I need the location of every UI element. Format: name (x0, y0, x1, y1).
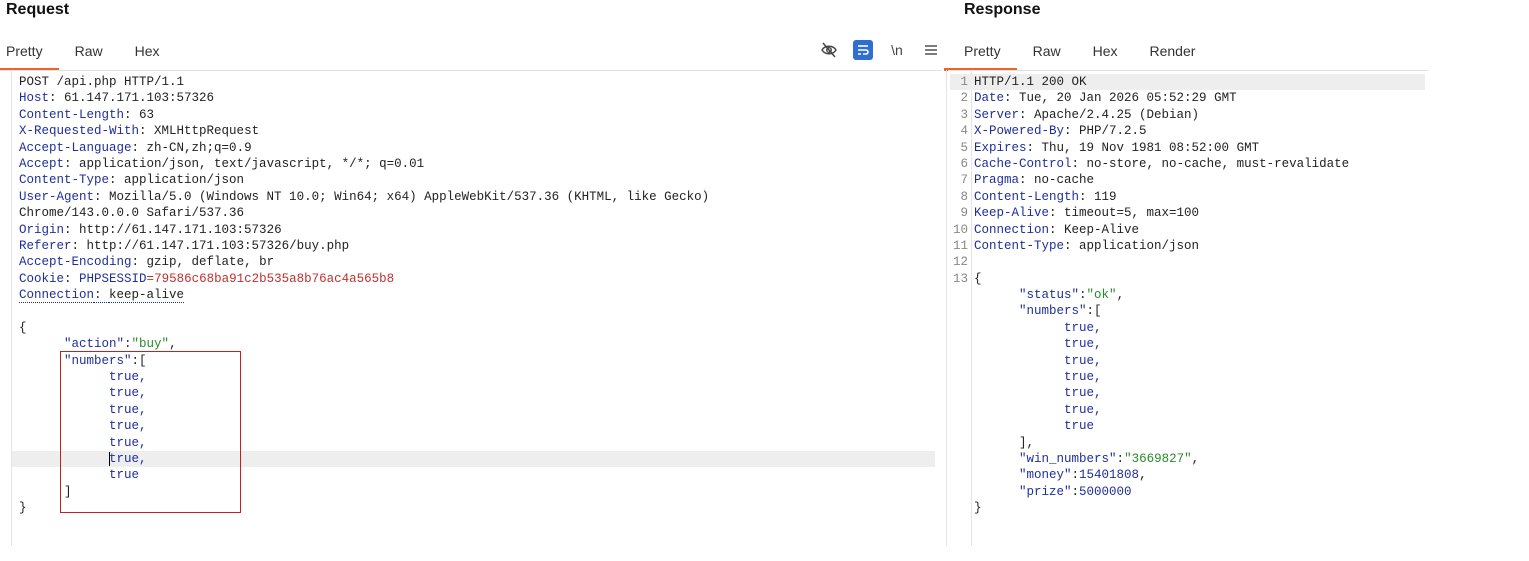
tab-pretty[interactable]: Pretty (944, 41, 1017, 71)
json-status-line: "status":"ok", (1019, 288, 1125, 303)
body-open: { (19, 320, 27, 335)
response-line: 4 X-Powered-By: PHP/7.2.5 (960, 124, 1147, 139)
tab-raw[interactable]: Raw (59, 41, 119, 65)
json-number-item: true, (1064, 370, 1102, 385)
menu-icon[interactable] (921, 40, 941, 60)
response-line: 12 (952, 255, 968, 270)
connection-line: Connection: keep-alive (19, 288, 185, 304)
response-body-open: 13{ (952, 271, 982, 286)
header-line: Content-Type: application/json (19, 173, 245, 188)
response-body-close: } (974, 501, 982, 516)
response-line: 11 Content-Type: application/json (952, 238, 1200, 253)
json-number-item: true, (1064, 386, 1102, 401)
json-money-line: "money":15401808, (1019, 468, 1147, 483)
json-prize-line: "prize":5000000 (1019, 484, 1132, 499)
response-line: 10 Connection: Keep-Alive (952, 222, 1140, 237)
request-toolbar: \n (819, 40, 941, 60)
header-line: X-Requested-With: XMLHttpRequest (19, 124, 260, 139)
json-numbers-line: "numbers":[ (1019, 304, 1102, 319)
response-divider (948, 70, 1428, 71)
request-title: Request (6, 1, 70, 18)
request-left-border (11, 70, 12, 546)
json-number-item: true (1064, 419, 1095, 434)
response-editor[interactable]: 1 HTTP/1.1 200 OK 2 Date: Tue, 20 Jan 2026… (950, 74, 1425, 517)
request-tabs: Pretty Raw Hex (0, 41, 176, 71)
tab-hex[interactable]: Hex (1077, 41, 1134, 65)
header-line: Accept-Encoding: gzip, deflate, br (19, 255, 275, 270)
response-tabs: Pretty Raw Hex Render (944, 41, 1212, 71)
request-divider (0, 70, 942, 71)
response-line: 5 Expires: Thu, 19 Nov 1981 08:52:00 GMT (960, 140, 1260, 155)
eye-off-icon[interactable] (819, 40, 839, 60)
response-line: 9 Keep-Alive: timeout=5, max=100 (960, 206, 1200, 221)
json-number-item: true, (1064, 320, 1102, 335)
header-line: Referer: http://61.147.171.103:57326/buy… (19, 238, 350, 253)
tab-render[interactable]: Render (1134, 41, 1212, 65)
response-title: Response (964, 1, 1041, 18)
json-win-numbers-line: "win_numbers":"3669827", (1019, 451, 1200, 466)
response-line: 8 Content-Length: 119 (960, 189, 1117, 204)
header-line: Origin: http://61.147.171.103:57326 (19, 222, 282, 237)
newline-icon[interactable]: \n (887, 40, 907, 60)
json-numbers-close: ], (1019, 435, 1035, 450)
header-continuation: Chrome/143.0.0.0 Safari/537.36 (19, 206, 245, 221)
header-line: Accept-Language: zh-CN,zh;q=0.9 (19, 140, 252, 155)
json-number-item: true, (1064, 353, 1102, 368)
json-number-item: true, (1064, 402, 1102, 417)
response-line: 1 HTTP/1.1 200 OK (950, 74, 1425, 91)
tab-pretty[interactable]: Pretty (0, 41, 59, 71)
panel-separator (946, 70, 947, 546)
json-number-item: true, (1064, 337, 1102, 352)
tab-hex[interactable]: Hex (119, 41, 176, 65)
wrap-icon[interactable] (853, 40, 873, 60)
tab-raw[interactable]: Raw (1017, 41, 1077, 65)
header-line: Content-Length: 63 (19, 107, 155, 122)
numbers-highlight-box (60, 351, 241, 513)
response-line: 7 Pragma: no-cache (960, 173, 1095, 188)
header-line: User-Agent: Mozilla/5.0 (Windows NT 10.0… (19, 189, 710, 204)
cookie-line: Cookie: PHPSESSID=79586c68ba91c2b535a8b7… (19, 271, 395, 286)
header-line: Accept: application/json, text/javascrip… (19, 156, 425, 171)
response-line: 2 Date: Tue, 20 Jan 2026 05:52:29 GMT (960, 91, 1237, 106)
response-line: 6 Cache-Control: no-store, no-cache, must… (960, 156, 1350, 171)
header-line: Host: 61.147.171.103:57326 (19, 91, 215, 106)
request-start-line: POST /api.php HTTP/1.1 (19, 75, 185, 89)
response-line: 3 Server: Apache/2.4.25 (Debian) (960, 107, 1200, 122)
